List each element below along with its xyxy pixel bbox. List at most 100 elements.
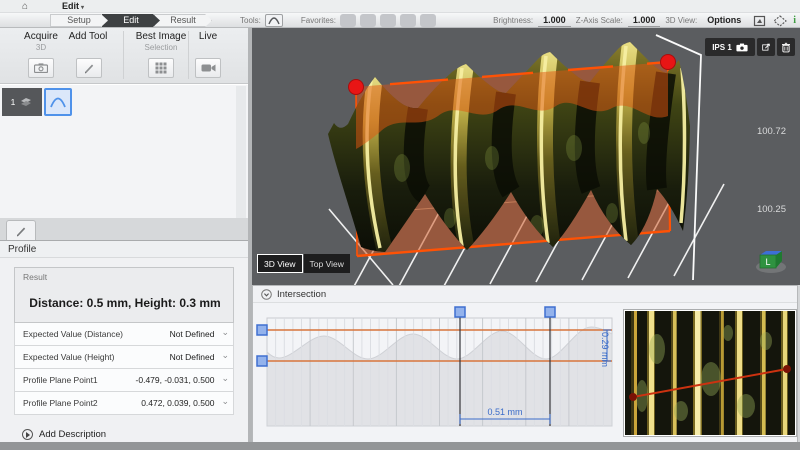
result-label: Result bbox=[23, 272, 47, 282]
edit-menu-label: Edit bbox=[62, 1, 79, 11]
add-description-label: Add Description bbox=[39, 429, 106, 440]
chevron-down-icon[interactable]: ⌄ bbox=[221, 373, 229, 384]
zaxis-scale-label: Z-Axis Scale: bbox=[576, 16, 623, 25]
upper-line-handle[interactable] bbox=[257, 325, 267, 335]
profile-curve-icon bbox=[268, 16, 280, 25]
export-edit-button[interactable] bbox=[757, 38, 775, 56]
acquire-3d-button[interactable] bbox=[28, 58, 54, 78]
tab-edit[interactable]: Edit bbox=[102, 14, 160, 27]
row-value: 0.472, 0.039, 0.500 bbox=[141, 398, 214, 408]
collapse-icon[interactable] bbox=[261, 289, 272, 300]
profile-endpoint-handle-right[interactable] bbox=[661, 55, 676, 70]
height-label: 0.29 mm bbox=[600, 332, 610, 367]
list-scrollbar[interactable] bbox=[236, 86, 246, 218]
lower-line-handle[interactable] bbox=[257, 356, 267, 366]
favorite-slot-3[interactable] bbox=[380, 14, 396, 27]
profile-endpoint-handle-left[interactable] bbox=[349, 80, 364, 95]
edit-annotation-tab[interactable] bbox=[6, 220, 36, 240]
row-expected-distance[interactable]: Expected Value (Distance) Not Defined ⌄ bbox=[14, 323, 234, 346]
viewport-3d[interactable]: L IPS 1 bbox=[252, 28, 800, 285]
frame-icon bbox=[753, 15, 766, 27]
row-value: Not Defined bbox=[170, 329, 215, 339]
profile-tool-button[interactable] bbox=[265, 14, 283, 27]
layer-number: 1 bbox=[11, 97, 16, 107]
pencil-icon bbox=[83, 62, 95, 74]
right-measure-handle[interactable] bbox=[545, 307, 555, 317]
brightness-value[interactable]: 1.000 bbox=[538, 15, 571, 27]
row-label: Expected Value (Height) bbox=[23, 352, 170, 362]
intersection-panel: Intersection bbox=[252, 285, 798, 443]
best-image-title: Best Image bbox=[136, 31, 187, 42]
distance-label: 0.51 mm bbox=[487, 407, 522, 417]
left-measure-handle[interactable] bbox=[455, 307, 465, 317]
live-button[interactable] bbox=[195, 58, 221, 78]
layer-item-1[interactable]: 1 bbox=[2, 88, 42, 116]
row-expected-height[interactable]: Expected Value (Height) Not Defined ⌄ bbox=[14, 346, 234, 369]
microscope-image bbox=[624, 310, 796, 436]
profile-chart-svg: 0.51 mm 0.29 mm bbox=[255, 306, 619, 438]
view-top-button[interactable]: Top View bbox=[304, 254, 350, 273]
ips-snapshot-button[interactable]: IPS 1 bbox=[705, 38, 755, 56]
favorite-slot-5[interactable] bbox=[420, 14, 436, 27]
expand-circle-icon bbox=[22, 429, 33, 440]
favorites-label: Favorites: bbox=[301, 16, 336, 25]
best-image-subtitle: Selection bbox=[145, 43, 178, 52]
best-image-selection-button[interactable] bbox=[148, 58, 174, 78]
z-axis-label-upper: 100.72 bbox=[757, 126, 786, 137]
row-label: Expected Value (Distance) bbox=[23, 329, 170, 339]
acquire-title: Acquire bbox=[24, 31, 58, 42]
edit-tab-row bbox=[0, 218, 248, 240]
ips-label: IPS 1 bbox=[712, 43, 732, 52]
camera-icon bbox=[736, 43, 748, 52]
chevron-down-icon[interactable]: ⌄ bbox=[221, 327, 229, 338]
info-icon[interactable]: i bbox=[793, 15, 796, 26]
pencil-icon bbox=[15, 225, 27, 237]
tab-result[interactable]: Result bbox=[154, 14, 212, 27]
zaxis-scale-value[interactable]: 1.000 bbox=[628, 15, 661, 27]
profile-endpoint-2d-left[interactable] bbox=[629, 393, 637, 401]
surface-3d-scene: L bbox=[252, 28, 800, 285]
chevron-down-icon[interactable]: ⌄ bbox=[221, 396, 229, 407]
chevron-down-icon[interactable]: ⌄ bbox=[221, 350, 229, 361]
surface-layers-icon bbox=[19, 96, 33, 108]
profile-panel-title: Profile bbox=[0, 241, 248, 258]
tab-setup[interactable]: Setup bbox=[50, 14, 108, 27]
diamond-icon bbox=[773, 15, 787, 27]
ribbon-toolbar: Setup Edit Result Tools: Favorites: Brig… bbox=[0, 13, 800, 28]
menu-bar: ⌂ Edit ▾ bbox=[0, 0, 800, 13]
view3d-label: 3D View: bbox=[665, 16, 697, 25]
result-value: Distance: 0.5 mm, Height: 0.3 mm bbox=[15, 296, 235, 310]
profile-tool-tile-selected[interactable] bbox=[44, 88, 72, 116]
favorite-slot-4[interactable] bbox=[400, 14, 416, 27]
fit-view-button[interactable] bbox=[751, 14, 767, 27]
live-title: Live bbox=[199, 31, 217, 42]
profile-endpoint-2d-right[interactable] bbox=[783, 365, 791, 373]
intersection-title: Intersection bbox=[277, 289, 326, 300]
acquire-subtitle: 3D bbox=[36, 43, 46, 52]
view3d-options-button[interactable]: Options bbox=[702, 15, 746, 26]
view-mode-buttons: 3D View Top View bbox=[257, 254, 350, 273]
left-panel: Acquire 3D Add Tool Best Image Selection bbox=[0, 28, 248, 442]
add-tool-button[interactable] bbox=[76, 58, 102, 78]
home-icon[interactable]: ⌂ bbox=[22, 1, 28, 12]
camera-icon bbox=[34, 63, 48, 73]
edit-menu[interactable]: Edit ▾ bbox=[62, 1, 84, 11]
brightness-label: Brightness: bbox=[493, 16, 533, 25]
bottom-status-bar bbox=[0, 442, 800, 450]
layer-list: 1 bbox=[0, 84, 248, 218]
nav-cube-letter: L bbox=[765, 257, 770, 267]
add-description-button[interactable]: Add Description bbox=[22, 429, 106, 440]
favorite-slot-1[interactable] bbox=[340, 14, 356, 27]
row-plane-point2[interactable]: Profile Plane Point2 0.472, 0.039, 0.500… bbox=[14, 392, 234, 415]
plane-select-button[interactable] bbox=[772, 14, 788, 27]
result-group: Result Distance: 0.5 mm, Height: 0.3 mm bbox=[14, 267, 234, 323]
grid-icon bbox=[155, 62, 167, 74]
intersection-header: Intersection bbox=[253, 286, 797, 303]
intersection-chart[interactable]: 0.51 mm 0.29 mm bbox=[255, 306, 619, 438]
favorite-slot-2[interactable] bbox=[360, 14, 376, 27]
view-3d-button[interactable]: 3D View bbox=[257, 254, 303, 273]
delete-button[interactable] bbox=[777, 38, 795, 56]
row-plane-point1[interactable]: Profile Plane Point1 -0.479, -0.031, 0.5… bbox=[14, 369, 234, 392]
edit-export-icon bbox=[762, 42, 770, 53]
profile-curve-icon bbox=[50, 96, 66, 108]
